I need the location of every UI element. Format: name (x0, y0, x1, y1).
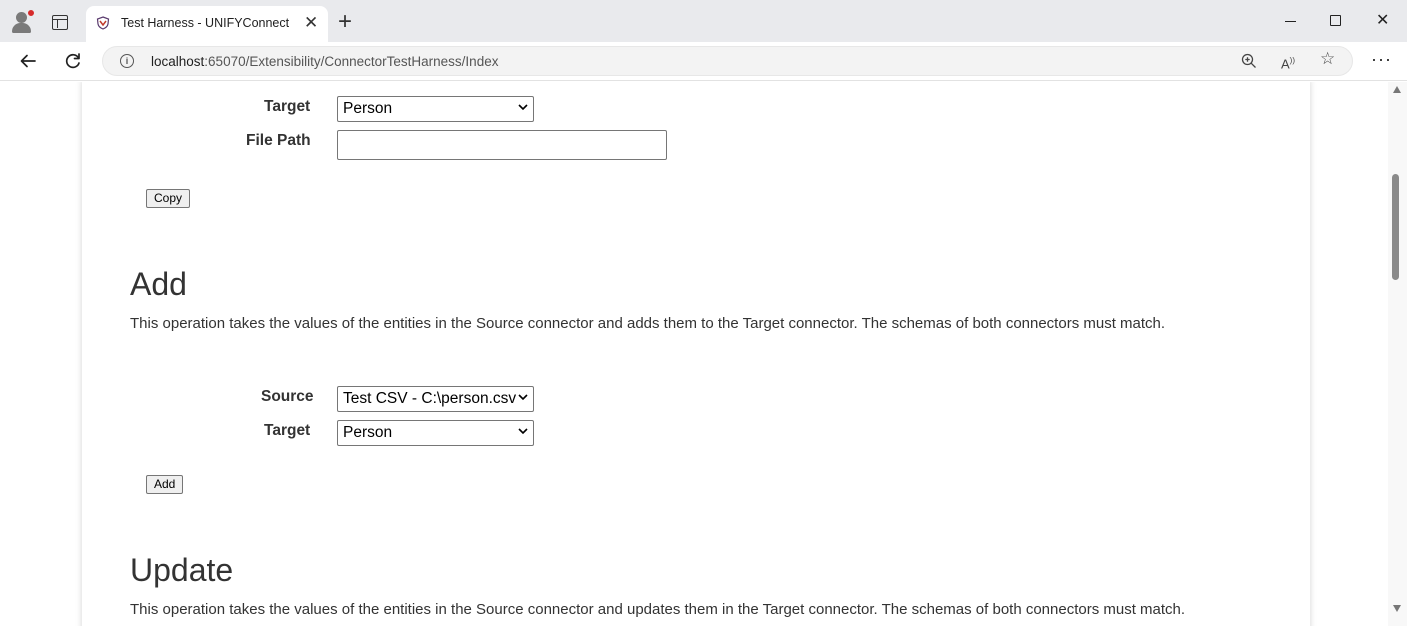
new-tab-icon[interactable]: + (338, 10, 352, 34)
close-tab-icon[interactable]: ✕ (304, 13, 318, 33)
copy-target-select[interactable]: Person (337, 96, 534, 122)
reload-icon[interactable] (61, 49, 85, 73)
unify-shield-icon (96, 16, 110, 30)
browser-tab[interactable]: Test Harness - UNIFYConnect ✕ (86, 6, 328, 42)
update-description: This operation takes the values of the e… (130, 601, 1186, 618)
add-target-label: Target (264, 422, 311, 439)
back-arrow-icon[interactable] (16, 49, 40, 73)
scrollbar-thumb[interactable] (1392, 174, 1399, 280)
site-info-icon[interactable]: i (120, 54, 134, 68)
read-aloud-icon[interactable]: A)) (1281, 53, 1295, 72)
copy-button[interactable]: Copy (146, 189, 191, 208)
page-container: Target Person File Path Copy Add This op… (82, 82, 1310, 626)
update-heading: Update (130, 552, 234, 588)
scroll-up-arrow-icon[interactable] (1393, 86, 1401, 93)
address-bar[interactable]: i localhost:65070/Extensibility/Connecto… (102, 46, 1353, 76)
page-scrollbar[interactable] (1388, 82, 1407, 626)
favorite-star-icon[interactable]: ☆ (1320, 50, 1335, 67)
copy-target-label: Target (264, 98, 311, 115)
page-viewport: Target Person File Path Copy Add This op… (0, 82, 1388, 626)
add-button[interactable]: Add (146, 475, 184, 494)
maximize-icon[interactable] (1330, 15, 1341, 26)
url-text[interactable]: localhost:65070/Extensibility/ConnectorT… (151, 54, 498, 69)
zoom-icon[interactable] (1241, 53, 1257, 72)
add-source-label: Source (261, 388, 314, 405)
profile-avatar-icon[interactable] (10, 9, 35, 34)
file-path-input[interactable] (337, 130, 667, 160)
minimize-icon[interactable] (1283, 10, 1299, 32)
browser-titlebar: Test Harness - UNIFYConnect ✕ + ✕ (0, 0, 1407, 42)
chevron-down-icon (518, 104, 528, 111)
file-path-label: File Path (246, 132, 311, 149)
add-heading: Add (130, 266, 187, 302)
scroll-down-arrow-icon[interactable] (1393, 605, 1401, 612)
add-source-select[interactable]: Test CSV - C:\person.csv (337, 386, 534, 412)
tab-actions-icon[interactable] (52, 15, 68, 30)
tab-title: Test Harness - UNIFYConnect (121, 16, 290, 30)
more-options-icon[interactable]: ··· (1371, 48, 1392, 70)
browser-toolbar: i localhost:65070/Extensibility/Connecto… (0, 42, 1407, 81)
window-close-icon[interactable]: ✕ (1376, 10, 1389, 32)
chevron-down-icon (518, 394, 528, 401)
add-target-select[interactable]: Person (337, 420, 534, 446)
add-description: This operation takes the values of the e… (130, 315, 1166, 332)
chevron-down-icon (518, 428, 528, 435)
